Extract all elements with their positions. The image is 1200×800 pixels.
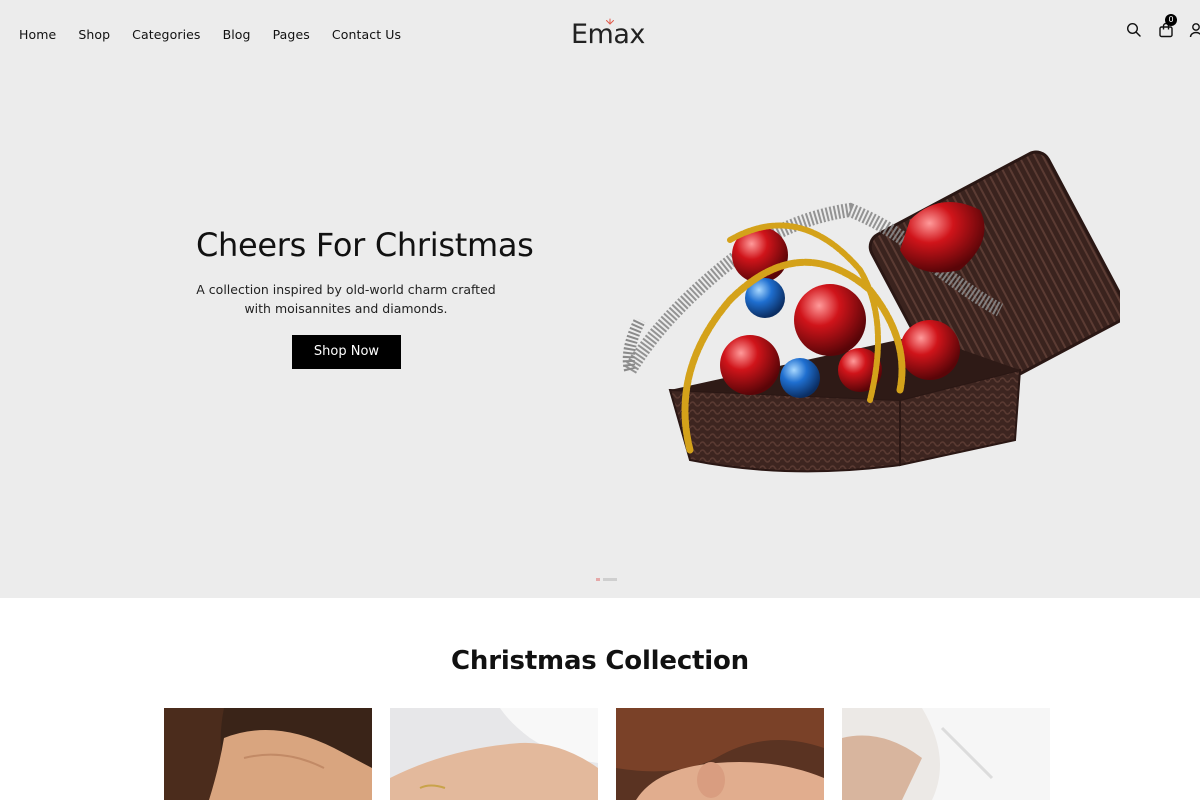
main-nav: Home Shop Categories Blog Pages Contact … <box>19 27 423 42</box>
hero-title: Cheers For Christmas <box>196 226 534 264</box>
christmas-basket-image <box>622 150 1120 473</box>
nav-pages[interactable]: Pages <box>273 27 310 42</box>
wrist-bracelet-photo <box>390 708 598 800</box>
slider-dots <box>596 578 617 581</box>
nav-home[interactable]: Home <box>19 27 56 42</box>
slider-dot-1[interactable] <box>596 578 600 581</box>
logo-spark-icon <box>606 18 614 25</box>
collection-card-wrist-bracelet[interactable] <box>390 708 598 800</box>
collection-card-ear-earring[interactable] <box>616 708 824 800</box>
collection-title: Christmas Collection <box>451 646 749 676</box>
user-icon[interactable] <box>1188 22 1200 42</box>
nav-contact-us[interactable]: Contact Us <box>332 27 401 42</box>
collection-card-shirt-collar[interactable] <box>842 708 1050 800</box>
collection-grid <box>164 708 1050 800</box>
hero-banner: Home Shop Categories Blog Pages Contact … <box>0 0 1200 598</box>
slider-dot-2[interactable] <box>603 578 617 581</box>
nav-categories[interactable]: Categories <box>132 27 200 42</box>
cart-count-badge: 0 <box>1165 14 1177 26</box>
site-header: Home Shop Categories Blog Pages Contact … <box>0 0 1200 70</box>
ear-earring-photo <box>616 708 824 800</box>
nav-shop[interactable]: Shop <box>78 27 110 42</box>
hero-subtitle-line-1: A collection inspired by old-world charm… <box>196 282 496 297</box>
shop-now-button[interactable]: Shop Now <box>292 335 401 369</box>
cart-button[interactable]: 0 <box>1158 14 1177 42</box>
hero-subtitle: A collection inspired by old-world charm… <box>196 280 496 318</box>
site-logo[interactable]: Emax <box>571 18 645 50</box>
hero-text: Cheers For Christmas A collection inspir… <box>196 226 534 318</box>
search-icon[interactable] <box>1126 22 1144 42</box>
shirt-collar-photo <box>842 708 1050 800</box>
model-neck-photo <box>164 708 372 800</box>
collection-card-model-neck[interactable] <box>164 708 372 800</box>
nav-blog[interactable]: Blog <box>223 27 251 42</box>
hero-subtitle-line-2: with moisannites and diamonds. <box>244 301 448 316</box>
